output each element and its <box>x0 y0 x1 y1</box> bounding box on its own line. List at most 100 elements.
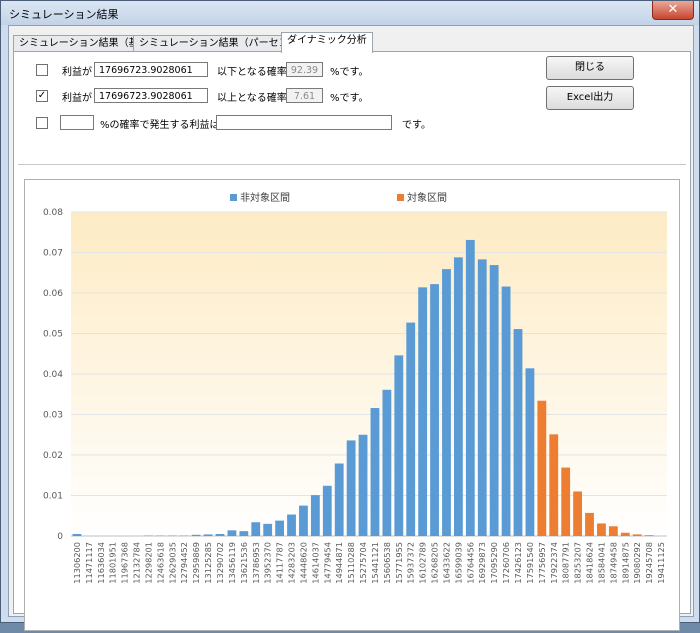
x-tick-label: 14448620 <box>298 542 308 584</box>
x-tick-label: 15275704 <box>358 542 368 584</box>
legend-swatch <box>230 194 237 201</box>
x-tick-label: 14614037 <box>310 542 320 584</box>
bar-non-target <box>359 435 368 536</box>
bar-non-target <box>216 534 225 536</box>
x-tick-label: 19411125 <box>656 542 666 584</box>
bar-target <box>585 513 594 536</box>
x-tick-label: 11471117 <box>84 542 94 584</box>
bar-non-target <box>263 524 272 536</box>
dynamic-analysis-panel: 利益が 17696723.9028061 以下となる確率は 92.39 %です。… <box>13 51 691 614</box>
bar-non-target <box>192 535 201 536</box>
bar-target <box>561 468 570 536</box>
window-title: シミュレーション結果 <box>9 6 119 22</box>
close-button[interactable]: 閉じる <box>546 56 634 80</box>
y-tick-label: 0.06 <box>43 289 63 299</box>
bar-non-target <box>323 486 332 536</box>
x-tick-label: 12298201 <box>143 542 153 584</box>
row1-mid-label: 以下となる確率は <box>217 63 297 78</box>
x-tick-label: 12959869 <box>191 542 201 584</box>
x-tick-label: 16599039 <box>453 542 463 584</box>
x-tick-label: 18749458 <box>608 542 618 584</box>
above-probability-checkbox[interactable]: ✓ <box>36 90 48 102</box>
check-mark-icon: ✓ <box>38 90 46 101</box>
below-probability-checkbox[interactable] <box>36 64 48 76</box>
x-tick-label: 16764456 <box>465 542 475 584</box>
window-close-button[interactable]: ✕ <box>652 1 694 20</box>
bar-non-target <box>526 368 535 536</box>
row3-mid-label: %の確率で発生する利益は <box>100 116 220 131</box>
row1-suffix: %です。 <box>330 63 369 78</box>
bar-non-target <box>514 329 523 536</box>
x-tick-label: 11967368 <box>120 542 130 584</box>
x-tick-label: 19080292 <box>632 542 642 584</box>
y-tick-label: 0.02 <box>43 451 63 461</box>
x-tick-label: 17922374 <box>549 542 559 584</box>
tab-dynamic-analysis[interactable]: ダイナミック分析 <box>281 32 373 53</box>
x-tick-label: 14779454 <box>322 542 332 584</box>
row2-mid-label: 以上となる確率は <box>217 89 297 104</box>
bar-target <box>621 533 630 536</box>
row2-profit-label: 利益が <box>62 89 92 104</box>
bar-non-target <box>454 257 463 536</box>
x-tick-label: 15441121 <box>370 542 380 584</box>
x-tick-label: 13125285 <box>203 542 213 584</box>
bar-non-target <box>275 521 284 536</box>
x-tick-label: 11306200 <box>72 542 82 584</box>
bar-non-target <box>335 464 344 536</box>
x-tick-label: 11636034 <box>96 542 106 584</box>
x-tick-label: 13621536 <box>239 542 249 584</box>
y-tick-label: 0.03 <box>43 411 63 421</box>
x-tick-label: 16433622 <box>441 542 451 584</box>
bar-non-target <box>394 355 403 536</box>
bar-non-target <box>311 495 320 536</box>
x-tick-label: 15937372 <box>406 542 416 584</box>
x-tick-label: 16929873 <box>477 542 487 584</box>
x-tick-label: 13456119 <box>227 542 237 584</box>
row2-suffix: %です。 <box>330 89 369 104</box>
bar-non-target <box>371 408 380 536</box>
x-tick-label: 17095290 <box>489 542 499 584</box>
bar-non-target <box>478 259 487 536</box>
row1-profit-label: 利益が <box>62 63 92 78</box>
bar-non-target <box>466 240 475 536</box>
simulation-result-window: シミュレーション結果 ✕ シミュレーション結果（基本） シミュレーション結果（パ… <box>0 0 700 623</box>
x-tick-label: 11801951 <box>108 542 118 584</box>
percent-input[interactable] <box>60 115 94 130</box>
percentile-profit-checkbox[interactable] <box>36 117 48 129</box>
bar-target <box>537 401 546 536</box>
below-threshold-input[interactable]: 17696723.9028061 <box>94 62 208 77</box>
x-tick-label: 14944871 <box>334 542 344 584</box>
excel-export-button[interactable]: Excel出力 <box>546 86 634 110</box>
x-tick-label: 18087791 <box>561 542 571 584</box>
bar-non-target <box>502 287 511 536</box>
x-tick-label: 12463618 <box>155 542 165 584</box>
bar-non-target <box>490 265 499 536</box>
bar-target <box>597 523 606 536</box>
y-tick-label: 0.05 <box>43 330 63 340</box>
bar-non-target <box>204 534 213 536</box>
x-tick-label: 18418624 <box>585 542 595 584</box>
y-tick-label: 0.04 <box>43 370 63 380</box>
x-tick-label: 13290702 <box>215 542 225 584</box>
bar-target <box>609 526 618 536</box>
x-tick-label: 19245708 <box>644 542 654 584</box>
bar-non-target <box>382 390 391 536</box>
dialog-client-area: シミュレーション結果（基本） シミュレーション結果（パーセンタイル） ダイナミッ… <box>8 25 694 617</box>
x-tick-label: 18914875 <box>620 542 630 584</box>
bar-target <box>573 491 582 536</box>
section-divider <box>18 164 686 165</box>
bar-non-target <box>287 515 296 536</box>
x-tick-label: 14117787 <box>275 542 285 584</box>
y-tick-label: 0 <box>57 532 63 542</box>
x-tick-label: 12629035 <box>167 542 177 584</box>
x-tick-label: 13952370 <box>263 542 273 584</box>
title-bar[interactable]: シミュレーション結果 ✕ <box>1 1 699 25</box>
chart-svg: 00.010.020.030.040.050.060.070.08 113062… <box>25 180 679 630</box>
x-tick-label: 15110288 <box>346 542 356 584</box>
x-tick-label: 15606538 <box>382 542 392 584</box>
bar-non-target <box>406 323 415 536</box>
x-tick-label: 16268205 <box>430 542 440 584</box>
y-tick-label: 0.08 <box>43 208 63 218</box>
x-tick-label: 15771955 <box>394 542 404 584</box>
above-threshold-input[interactable]: 17696723.9028061 <box>94 88 208 103</box>
